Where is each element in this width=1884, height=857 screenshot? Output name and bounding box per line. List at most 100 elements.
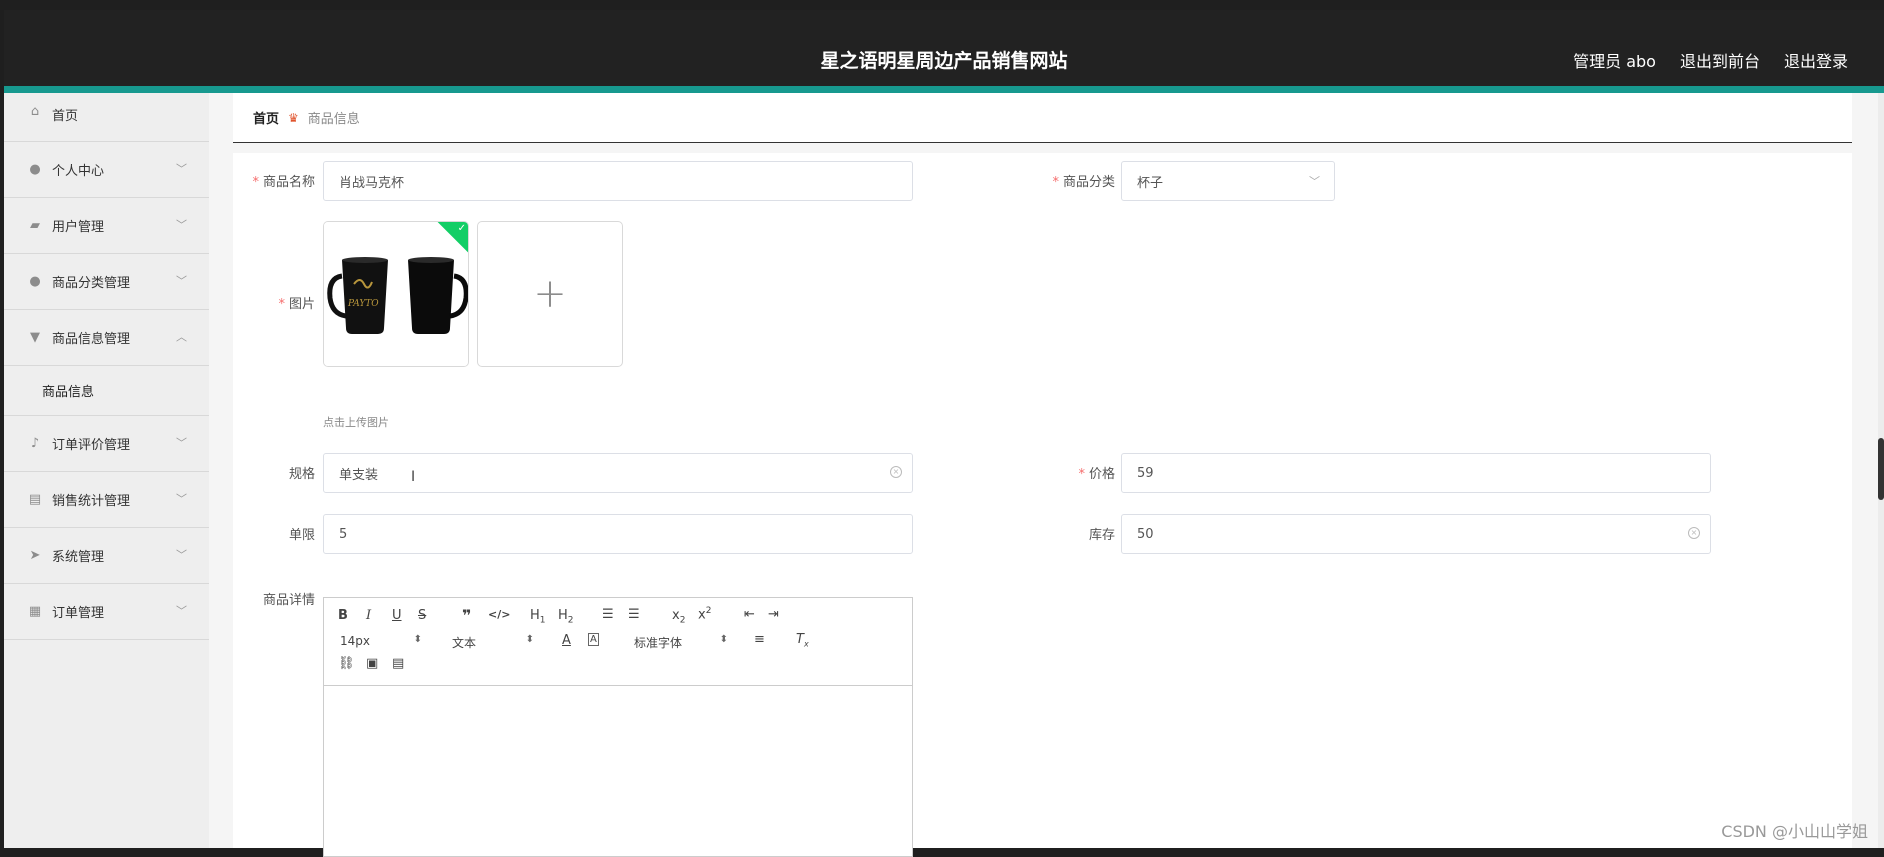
breadcrumb-separator-icon: ♛ — [288, 110, 299, 125]
sidebar-item-personal[interactable]: ● 个人中心 ﹀ — [4, 142, 209, 198]
superscript-icon[interactable]: x2 — [698, 606, 711, 622]
sidebar-item-label: 订单管理 — [52, 606, 105, 621]
stock-label: 库存 — [1088, 528, 1115, 543]
spec-input-value: 单支装 — [339, 467, 379, 483]
to-frontend-link[interactable]: 退出到前台 — [1680, 48, 1760, 72]
editor-toolbar: B I U S ❞ </> H1 H2 ☰ ☰ x2 x2 ⇤ ⇥ 14px ⬍… — [324, 598, 912, 686]
upload-add-button[interactable]: + — [477, 221, 623, 367]
sidebar-item-reviews[interactable]: ♪ 订单评价管理 ﹀ — [4, 416, 209, 472]
font-size-select[interactable]: 14px ⬍ — [340, 634, 422, 648]
bold-icon[interactable]: B — [338, 608, 348, 623]
font-family-select[interactable]: 标准字体 ⬍ — [634, 634, 728, 651]
home-icon: ⌂ — [30, 104, 40, 119]
ordered-list-icon[interactable]: ☰ — [602, 607, 614, 622]
send-icon: ➤ — [29, 547, 41, 563]
background-color-icon[interactable]: A — [588, 633, 599, 646]
chevron-down-icon: ﹀ — [176, 273, 187, 287]
goods-icon: ▼ — [30, 329, 40, 345]
price-input[interactable]: 59 — [1121, 453, 1711, 493]
mic-icon: ♪ — [30, 435, 40, 451]
clear-format-icon[interactable]: Tx — [796, 632, 809, 649]
breadcrumb-home[interactable]: 首页 — [253, 108, 279, 127]
price-label: * 价格 — [1078, 467, 1115, 482]
h1-icon[interactable]: H1 — [530, 608, 546, 626]
sidebar-item-goods[interactable]: ▼ 商品信息管理 ︿ — [4, 310, 209, 366]
category-select-value: 杯子 — [1137, 175, 1164, 191]
watermark: CSDN @小山山学姐 — [1721, 822, 1868, 841]
scrollbar-thumb[interactable] — [1878, 438, 1884, 500]
chevron-down-icon: ﹀ — [176, 491, 187, 505]
sidebar-item-home[interactable]: ⌂ 首页 — [4, 93, 209, 142]
sidebar-item-orders[interactable]: ▦ 订单管理 ﹀ — [4, 584, 209, 640]
check-icon: ✓ — [457, 222, 466, 234]
sidebar: ⌂ 首页 ● 个人中心 ﹀ ▰ 用户管理 ﹀ ● 商品分类管理 ﹀ ▼ 商品信息… — [4, 93, 209, 848]
breadcrumb-current: 商品信息 — [307, 112, 360, 127]
chart-icon: ▤ — [28, 491, 42, 507]
stock-input-value: 50 — [1137, 526, 1154, 542]
chevron-down-icon: ﹀ — [176, 161, 187, 175]
category-select[interactable]: 杯子 ﹀ — [1121, 161, 1335, 201]
sidebar-subitem-goods-info[interactable]: 商品信息 — [4, 366, 209, 416]
logout-link[interactable]: 退出登录 — [1784, 48, 1848, 72]
person-icon: ● — [29, 273, 41, 289]
font-size-value: 14px — [340, 634, 370, 648]
text-cursor-icon: I — [411, 469, 416, 485]
image-icon[interactable]: ▣ — [366, 656, 378, 671]
sidebar-item-sales[interactable]: ▤ 销售统计管理 ﹀ — [4, 472, 209, 528]
mug-image: PAYTO — [324, 222, 468, 366]
select-arrows-icon: ⬍ — [525, 634, 534, 645]
chevron-down-icon: ﹀ — [176, 603, 187, 617]
font-color-icon[interactable]: A — [562, 633, 571, 648]
chevron-down-icon: ﹀ — [176, 435, 187, 449]
svg-text:PAYTO: PAYTO — [347, 299, 379, 309]
h2-icon[interactable]: H2 — [558, 608, 574, 626]
sidebar-item-label: 商品信息管理 — [52, 332, 131, 347]
outdent-icon[interactable]: ⇤ — [744, 607, 755, 622]
sidebar-item-label: 用户管理 — [52, 220, 105, 235]
stock-input[interactable]: 50 × — [1121, 514, 1711, 554]
name-input[interactable]: 肖战马克杯 — [323, 161, 913, 201]
limit-input[interactable]: 5 — [323, 514, 913, 554]
app-frame: 星之语明星周边产品销售网站 管理员 abo 退出到前台 退出登录 ⌂ 首页 ● … — [0, 0, 1884, 857]
font-family-value: 标准字体 — [634, 636, 683, 650]
page-scrollbar[interactable] — [1878, 93, 1884, 848]
limit-label: 单限 — [288, 528, 315, 543]
indent-icon[interactable]: ⇥ — [768, 607, 779, 622]
name-label: * 商品名称 — [252, 175, 315, 190]
bullet-list-icon[interactable]: ☰ — [628, 607, 640, 622]
plus-icon: + — [533, 271, 567, 317]
grid-icon: ▦ — [28, 603, 42, 619]
chevron-up-icon: ︿ — [176, 329, 187, 343]
upload-hint: 点击上传图片 — [323, 416, 389, 429]
clear-icon[interactable]: × — [890, 466, 902, 478]
align-icon[interactable]: ≡ — [754, 632, 765, 647]
video-icon[interactable]: ▤ — [392, 656, 404, 671]
sidebar-item-label: 系统管理 — [52, 550, 105, 565]
subscript-icon[interactable]: x2 — [672, 608, 685, 626]
image-label: * 图片 — [278, 297, 315, 312]
select-arrows-icon: ⬍ — [719, 634, 728, 645]
uploaded-image-card[interactable]: PAYTO ✓ — [323, 221, 469, 367]
editor-body[interactable] — [324, 686, 912, 856]
sidebar-item-system[interactable]: ➤ 系统管理 ﹀ — [4, 528, 209, 584]
strike-icon[interactable]: S — [418, 608, 426, 623]
header-select[interactable]: 文本 ⬍ — [452, 634, 534, 651]
sidebar-item-category[interactable]: ● 商品分类管理 ﹀ — [4, 254, 209, 310]
admin-label: 管理员 abo — [1573, 52, 1656, 71]
name-input-value: 肖战马克杯 — [339, 175, 405, 191]
user-icon: ● — [29, 161, 41, 177]
link-icon[interactable]: ⛓ — [338, 656, 355, 671]
top-header: 星之语明星周边产品销售网站 管理员 abo 退出到前台 退出登录 — [4, 10, 1884, 86]
clear-icon[interactable]: × — [1688, 527, 1700, 539]
italic-icon[interactable]: I — [366, 608, 371, 623]
category-label: * 商品分类 — [1052, 175, 1115, 190]
product-form: * 商品名称 肖战马克杯 * 商品分类 杯子 ﹀ * 图片 PAYTO ✓ + … — [233, 153, 1852, 857]
breadcrumb: 首页 ♛ 商品信息 — [233, 93, 1852, 143]
limit-input-value: 5 — [339, 526, 348, 542]
underline-icon[interactable]: U — [392, 608, 402, 623]
header-actions: 管理员 abo 退出到前台 退出登录 — [1573, 48, 1848, 72]
sidebar-item-users[interactable]: ▰ 用户管理 ﹀ — [4, 198, 209, 254]
code-icon[interactable]: </> — [488, 608, 510, 621]
quote-icon[interactable]: ❞ — [462, 606, 471, 625]
detail-label: 商品详情 — [262, 593, 315, 608]
